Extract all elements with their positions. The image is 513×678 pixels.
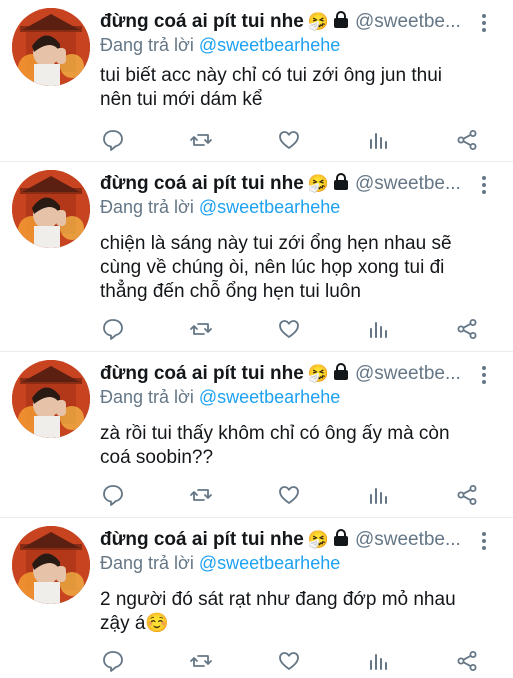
analytics-icon[interactable] [366, 483, 390, 507]
tweet-text-line: nên tui mới dám kể [100, 89, 263, 110]
tweet-header: đừng coá ai pít tui nhe 🤧 @sweetbe... [100, 172, 463, 196]
tweet-text-line: coá soobin?? [100, 447, 214, 468]
retweet-icon[interactable] [189, 128, 213, 152]
reply-context: Đang trả lời @sweetbearhehe [100, 552, 340, 574]
tweet-text-line: chiện là sáng này tui zới ổng hẹn nhau s… [100, 233, 452, 254]
reply-mention-link[interactable]: @sweetbearhehe [199, 35, 340, 55]
retweet-icon[interactable] [189, 483, 213, 507]
sneezing-face-emoji: 🤧 [307, 12, 329, 31]
tweet-header: đừng coá ai pít tui nhe 🤧 @sweetbe... [100, 10, 463, 34]
analytics-icon[interactable] [366, 128, 390, 152]
reply-context: Đang trả lời @sweetbearhehe [100, 386, 340, 408]
avatar[interactable] [12, 8, 90, 86]
more-vertical-icon[interactable] [479, 364, 489, 386]
share-icon[interactable] [455, 128, 479, 152]
lock-icon [333, 529, 349, 552]
avatar[interactable] [12, 170, 90, 248]
comment-icon[interactable] [101, 317, 125, 341]
tweet-text: zà rồi tui thấy khôm chỉ có ông ấy mà cò… [100, 422, 495, 470]
like-icon[interactable] [277, 317, 301, 341]
share-icon[interactable] [455, 649, 479, 673]
like-icon[interactable] [277, 128, 301, 152]
lock-icon [333, 11, 349, 34]
reply-context: Đang trả lời @sweetbearhehe [100, 196, 340, 218]
tweet-text-line: zà rồi tui thấy khôm chỉ có ông ấy mà cò… [100, 423, 450, 444]
display-name[interactable]: đừng coá ai pít tui nhe [100, 529, 304, 550]
tweet-actions [0, 317, 513, 343]
sneezing-face-emoji: 🤧 [307, 174, 329, 193]
reply-prefix: Đang trả lời [100, 35, 194, 55]
tweet-header: đừng coá ai pít tui nhe 🤧 @sweetbe... [100, 362, 463, 386]
tweet-text-line: tui biết acc này chỉ có tui zới ông jun … [100, 65, 442, 86]
more-vertical-icon[interactable] [479, 174, 489, 196]
reply-mention-link[interactable]: @sweetbearhehe [199, 197, 340, 217]
retweet-icon[interactable] [189, 649, 213, 673]
username-handle[interactable]: @sweetbe... [355, 529, 461, 550]
tweet-text-line: cùng về chúng òi, nên lúc họp xong tui đ… [100, 257, 445, 278]
like-icon[interactable] [277, 483, 301, 507]
reply-prefix: Đang trả lời [100, 553, 194, 573]
tweet-actions [0, 128, 513, 154]
tweet-header: đừng coá ai pít tui nhe 🤧 @sweetbe... [100, 528, 463, 552]
more-vertical-icon[interactable] [479, 530, 489, 552]
comment-icon[interactable] [101, 483, 125, 507]
username-handle[interactable]: @sweetbe... [355, 11, 461, 32]
tweet-actions [0, 483, 513, 509]
reply-prefix: Đang trả lời [100, 387, 194, 407]
tweet[interactable]: đừng coá ai pít tui nhe 🤧 @sweetbe... Đang… [0, 518, 513, 678]
display-name[interactable]: đừng coá ai pít tui nhe [100, 363, 304, 384]
tweet[interactable]: đừng coá ai pít tui nhe 🤧 @sweetbe... Đang… [0, 162, 513, 352]
more-vertical-icon[interactable] [479, 12, 489, 34]
tweet-text-line: thẳng đến chỗ ổng hẹn tui luôn [100, 281, 361, 302]
sneezing-face-emoji: 🤧 [307, 530, 329, 549]
analytics-icon[interactable] [366, 317, 390, 341]
reply-mention-link[interactable]: @sweetbearhehe [199, 553, 340, 573]
reply-mention-link[interactable]: @sweetbearhehe [199, 387, 340, 407]
reply-prefix: Đang trả lời [100, 197, 194, 217]
tweet-text-line: 2 người đó sát rạt như đang đớp mỏ nhau [100, 589, 456, 610]
tweet[interactable]: đừng coá ai pít tui nhe 🤧 @sweetbe... Đang… [0, 0, 513, 162]
sneezing-face-emoji: 🤧 [307, 364, 329, 383]
analytics-icon[interactable] [366, 649, 390, 673]
comment-icon[interactable] [101, 649, 125, 673]
tweet-text-line: zậy á☺️ [100, 613, 170, 634]
tweet[interactable]: đừng coá ai pít tui nhe 🤧 @sweetbe... Đang… [0, 352, 513, 518]
share-icon[interactable] [455, 317, 479, 341]
like-icon[interactable] [277, 649, 301, 673]
reply-context: Đang trả lời @sweetbearhehe [100, 34, 340, 56]
avatar[interactable] [12, 526, 90, 604]
display-name[interactable]: đừng coá ai pít tui nhe [100, 11, 304, 32]
retweet-icon[interactable] [189, 317, 213, 341]
display-name[interactable]: đừng coá ai pít tui nhe [100, 173, 304, 194]
lock-icon [333, 173, 349, 196]
tweet-feed: đừng coá ai pít tui nhe 🤧 @sweetbe... Đang… [0, 0, 513, 678]
tweet-actions [0, 649, 513, 675]
tweet-text: tui biết acc này chỉ có tui zới ông jun … [100, 64, 495, 112]
share-icon[interactable] [455, 483, 479, 507]
username-handle[interactable]: @sweetbe... [355, 363, 461, 384]
lock-icon [333, 363, 349, 386]
tweet-text: chiện là sáng này tui zới ổng hẹn nhau s… [100, 232, 495, 304]
avatar[interactable] [12, 360, 90, 438]
comment-icon[interactable] [101, 128, 125, 152]
username-handle[interactable]: @sweetbe... [355, 173, 461, 194]
tweet-text: 2 người đó sát rạt như đang đớp mỏ nhau … [100, 588, 495, 636]
